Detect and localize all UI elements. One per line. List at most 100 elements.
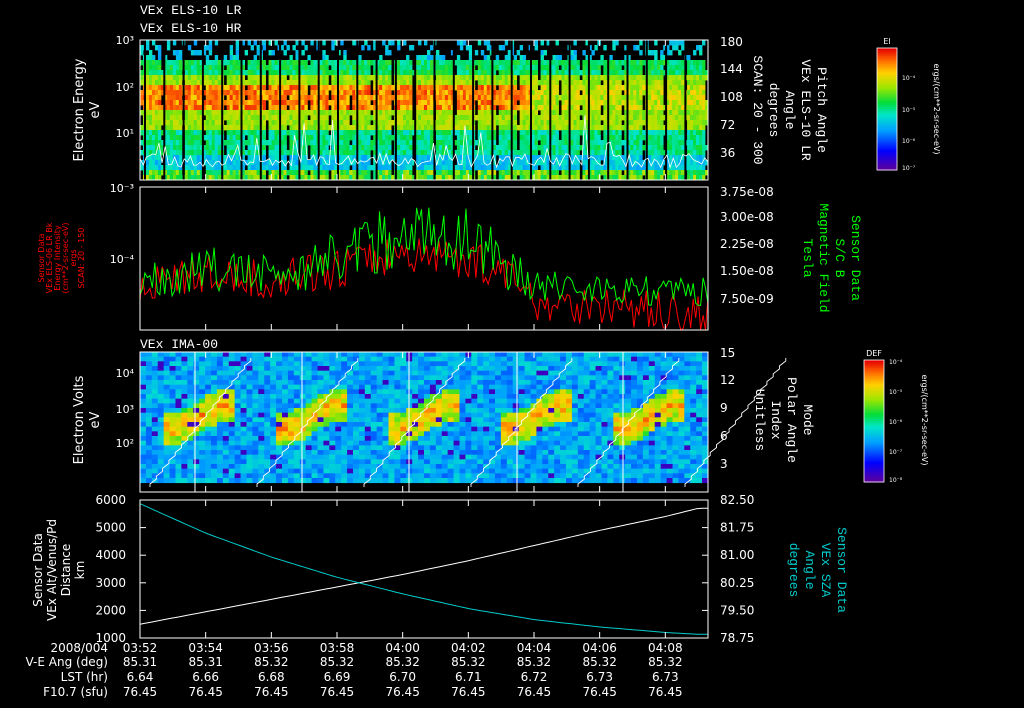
- ima-cell: [216, 366, 224, 372]
- els-cell: [211, 125, 216, 131]
- els-cell: [513, 170, 518, 176]
- els-cell: [235, 60, 240, 66]
- els-cell: [193, 80, 198, 86]
- ima-cell: [140, 356, 147, 362]
- els-cell: [702, 110, 706, 116]
- els-cell: [648, 80, 652, 86]
- ima-cell: [175, 464, 182, 470]
- els-cell: [594, 125, 598, 131]
- els-cell: [349, 85, 353, 91]
- els-cell: [561, 60, 565, 66]
- els-cell: [148, 140, 153, 146]
- els-cell: [235, 155, 240, 161]
- els-cell: [388, 115, 392, 121]
- els-cell: [444, 125, 449, 131]
- els-cell: [621, 100, 625, 106]
- ima-cell: [157, 403, 165, 409]
- els-cell: [274, 170, 278, 176]
- els-cell: [406, 90, 410, 96]
- ima-cell: [216, 375, 224, 381]
- els-cell: [594, 80, 598, 86]
- ima-cell: [175, 440, 182, 446]
- els-cell: [651, 130, 655, 136]
- els-cell: [235, 65, 240, 71]
- els-cell: [364, 120, 368, 126]
- els-cell: [429, 165, 434, 171]
- els-cell: [702, 60, 706, 66]
- els-cell: [196, 100, 201, 106]
- ima-cell: [199, 356, 206, 362]
- ima-cell: [140, 398, 147, 404]
- els-cell: [609, 130, 613, 136]
- els-cell: [654, 60, 658, 66]
- els-cell: [534, 115, 538, 121]
- els-cell: [166, 150, 171, 156]
- els-cell: [477, 100, 482, 106]
- els-cell: [435, 170, 440, 176]
- els-cell: [313, 130, 317, 136]
- els-cell: [367, 110, 371, 116]
- els-cell: [289, 130, 293, 136]
- els-cell: [459, 75, 464, 81]
- els-cell: [429, 125, 434, 131]
- els-cell: [441, 80, 446, 86]
- els-cell: [597, 75, 601, 81]
- els-cell: [226, 115, 231, 121]
- els-cell: [435, 50, 440, 56]
- els-cell: [268, 50, 272, 56]
- els-cell: [558, 125, 562, 131]
- els-cell: [145, 70, 150, 76]
- els-cell: [618, 75, 622, 81]
- els-cell: [507, 95, 512, 101]
- els-cell: [283, 115, 287, 121]
- els-cell: [346, 60, 350, 66]
- ima-cell: [211, 464, 218, 470]
- els-cell: [462, 165, 467, 171]
- els-cell: [196, 170, 201, 176]
- els-cell: [426, 50, 431, 56]
- els-cell: [501, 105, 506, 111]
- els-cell: [540, 105, 544, 111]
- els-cell: [681, 165, 685, 171]
- els-cell: [229, 170, 234, 176]
- ima-cell: [145, 436, 153, 442]
- els-cell: [483, 65, 488, 71]
- els-cell: [459, 60, 464, 66]
- els-cell: [184, 60, 189, 66]
- els-cell: [418, 145, 422, 151]
- els-cell: [555, 75, 559, 81]
- els-cell: [289, 105, 293, 111]
- els-cell: [576, 140, 580, 146]
- els-cell: [639, 130, 643, 136]
- els-cell: [570, 60, 574, 66]
- els-cell: [576, 105, 580, 111]
- els-cell: [196, 135, 201, 141]
- els-cell: [480, 125, 485, 131]
- els-cell: [178, 105, 183, 111]
- els-cell: [151, 80, 156, 86]
- els-cell: [675, 115, 679, 121]
- els-cell: [262, 165, 266, 171]
- els-cell: [346, 65, 350, 71]
- els-cell: [271, 130, 275, 136]
- els-cell: [519, 145, 524, 151]
- els-cell: [462, 120, 467, 126]
- els-cell: [190, 110, 195, 116]
- els-cell: [385, 50, 389, 56]
- els-cell: [271, 150, 275, 156]
- els-cell: [187, 170, 192, 176]
- els-cell: [651, 85, 655, 91]
- els-cell: [346, 80, 350, 86]
- els-cell: [286, 110, 290, 116]
- els-cell: [388, 150, 392, 156]
- els-cell: [289, 135, 293, 141]
- els-cell: [597, 95, 601, 101]
- els-cell: [573, 140, 577, 146]
- els-cell: [253, 55, 257, 61]
- els-cell: [558, 165, 562, 171]
- els-cell: [522, 90, 527, 96]
- els-cell: [702, 80, 706, 86]
- els-cell: [274, 135, 278, 141]
- els-cell: [480, 60, 485, 66]
- els-cell: [325, 150, 329, 156]
